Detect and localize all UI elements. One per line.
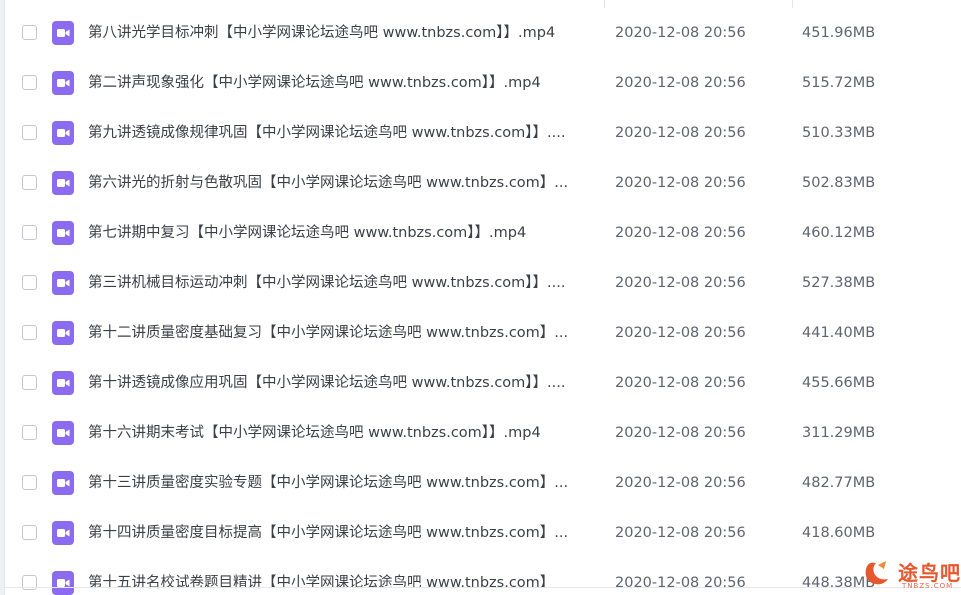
row-checkbox[interactable]: [22, 425, 37, 440]
file-row[interactable]: 第十五讲名校试卷题目精讲【中小学网课论坛途鸟吧 www.tnbzs.com】 20…: [5, 559, 961, 595]
file-size: 455.66MB: [802, 375, 876, 391]
watermark: 途鸟吧 TNBZS.COM: [862, 555, 960, 593]
row-checkbox[interactable]: [22, 475, 37, 490]
file-name[interactable]: 第七讲期中复习【中小学网课论坛途鸟吧 www.tnbzs.com】】.mp4: [88, 224, 593, 242]
file-row[interactable]: 第十二讲质量密度基础复习【中小学网课论坛途鸟吧 www.tnbzs.com】..…: [5, 309, 961, 359]
file-name[interactable]: 第六讲光的折射与色散巩固【中小学网课论坛途鸟吧 www.tnbzs.com】..…: [88, 174, 593, 192]
file-name[interactable]: 第十五讲名校试卷题目精讲【中小学网课论坛途鸟吧 www.tnbzs.com】: [88, 574, 593, 592]
file-size: 460.12MB: [802, 225, 876, 241]
file-row[interactable]: 第十三讲质量密度实验专题【中小学网课论坛途鸟吧 www.tnbzs.com】..…: [5, 459, 961, 509]
file-modified-date: 2020-12-08 20:56: [615, 125, 746, 141]
video-camera-icon: [57, 479, 70, 487]
tnbzs-logo-icon: [865, 561, 888, 585]
file-modified-date: 2020-12-08 20:56: [615, 375, 746, 391]
video-file-icon: [52, 521, 74, 545]
file-list: 第八讲光学目标冲刺【中小学网课论坛途鸟吧 www.tnbzs.com】】.mp4…: [5, 9, 961, 595]
video-file-icon: [52, 571, 74, 595]
video-camera-icon: [57, 329, 70, 337]
list-bottom-border: [5, 587, 961, 588]
video-camera-icon: [57, 279, 70, 287]
file-name[interactable]: 第十四讲质量密度目标提高【中小学网课论坛途鸟吧 www.tnbzs.com】..…: [88, 524, 593, 542]
file-name[interactable]: 第二讲声现象强化【中小学网课论坛途鸟吧 www.tnbzs.com】】.mp4: [88, 74, 593, 92]
file-size: 502.83MB: [802, 175, 876, 191]
file-size: 527.38MB: [802, 275, 876, 291]
row-checkbox[interactable]: [22, 175, 37, 190]
file-modified-date: 2020-12-08 20:56: [615, 475, 746, 491]
video-file-icon: [52, 221, 74, 245]
file-row[interactable]: 第十四讲质量密度目标提高【中小学网课论坛途鸟吧 www.tnbzs.com】..…: [5, 509, 961, 559]
file-row[interactable]: 第三讲机械目标运动冲刺【中小学网课论坛途鸟吧 www.tnbzs.com】】..…: [5, 259, 961, 309]
file-modified-date: 2020-12-08 20:56: [615, 175, 746, 191]
file-size: 515.72MB: [802, 75, 876, 91]
file-size: 451.96MB: [802, 25, 876, 41]
file-row[interactable]: 第二讲声现象强化【中小学网课论坛途鸟吧 www.tnbzs.com】】.mp4 2…: [5, 59, 961, 109]
file-size: 441.40MB: [802, 325, 876, 341]
file-modified-date: 2020-12-08 20:56: [615, 325, 746, 341]
video-file-icon: [52, 471, 74, 495]
file-modified-date: 2020-12-08 20:56: [615, 575, 746, 591]
file-modified-date: 2020-12-08 20:56: [615, 275, 746, 291]
row-checkbox[interactable]: [22, 325, 37, 340]
file-row[interactable]: 第六讲光的折射与色散巩固【中小学网课论坛途鸟吧 www.tnbzs.com】..…: [5, 159, 961, 209]
file-size: 510.33MB: [802, 125, 876, 141]
file-modified-date: 2020-12-08 20:56: [615, 75, 746, 91]
video-camera-icon: [57, 229, 70, 237]
file-size: 311.29MB: [802, 425, 876, 441]
file-row[interactable]: 第十六讲期末考试【中小学网课论坛途鸟吧 www.tnbzs.com】】.mp4 2…: [5, 409, 961, 459]
file-name[interactable]: 第八讲光学目标冲刺【中小学网课论坛途鸟吧 www.tnbzs.com】】.mp4: [88, 24, 593, 42]
row-checkbox[interactable]: [22, 225, 37, 240]
video-camera-icon: [57, 79, 70, 87]
file-name[interactable]: 第十二讲质量密度基础复习【中小学网课论坛途鸟吧 www.tnbzs.com】..…: [88, 324, 593, 342]
video-file-icon: [52, 371, 74, 395]
video-file-icon: [52, 321, 74, 345]
video-file-icon: [52, 421, 74, 445]
video-file-icon: [52, 121, 74, 145]
file-modified-date: 2020-12-08 20:56: [615, 425, 746, 441]
row-checkbox[interactable]: [22, 375, 37, 390]
video-file-icon: [52, 21, 74, 45]
column-divider-name-date[interactable]: [604, 0, 605, 8]
video-camera-icon: [57, 129, 70, 137]
file-size: 418.60MB: [802, 525, 876, 541]
video-camera-icon: [57, 529, 70, 537]
file-name[interactable]: 第三讲机械目标运动冲刺【中小学网课论坛途鸟吧 www.tnbzs.com】】..…: [88, 274, 593, 292]
file-modified-date: 2020-12-08 20:56: [615, 525, 746, 541]
file-row[interactable]: 第十讲透镜成像应用巩固【中小学网课论坛途鸟吧 www.tnbzs.com】】..…: [5, 359, 961, 409]
file-row[interactable]: 第七讲期中复习【中小学网课论坛途鸟吧 www.tnbzs.com】】.mp4 20…: [5, 209, 961, 259]
video-camera-icon: [57, 29, 70, 37]
row-checkbox[interactable]: [22, 75, 37, 90]
row-checkbox[interactable]: [22, 125, 37, 140]
file-size: 482.77MB: [802, 475, 876, 491]
row-checkbox[interactable]: [22, 25, 37, 40]
video-file-icon: [52, 171, 74, 195]
file-modified-date: 2020-12-08 20:56: [615, 225, 746, 241]
video-file-icon: [52, 71, 74, 95]
watermark-subtext: TNBZS.COM: [902, 582, 954, 590]
video-camera-icon: [57, 179, 70, 187]
row-checkbox[interactable]: [22, 275, 37, 290]
file-row[interactable]: 第九讲透镜成像规律巩固【中小学网课论坛途鸟吧 www.tnbzs.com】】..…: [5, 109, 961, 159]
file-name[interactable]: 第十讲透镜成像应用巩固【中小学网课论坛途鸟吧 www.tnbzs.com】】..…: [88, 374, 593, 392]
row-checkbox[interactable]: [22, 525, 37, 540]
file-name[interactable]: 第十三讲质量密度实验专题【中小学网课论坛途鸟吧 www.tnbzs.com】..…: [88, 474, 593, 492]
file-row[interactable]: 第八讲光学目标冲刺【中小学网课论坛途鸟吧 www.tnbzs.com】】.mp4…: [5, 9, 961, 59]
video-file-icon: [52, 271, 74, 295]
file-browser: 第八讲光学目标冲刺【中小学网课论坛途鸟吧 www.tnbzs.com】】.mp4…: [0, 0, 961, 595]
file-name[interactable]: 第九讲透镜成像规律巩固【中小学网课论坛途鸟吧 www.tnbzs.com】】..…: [88, 124, 593, 142]
file-modified-date: 2020-12-08 20:56: [615, 25, 746, 41]
video-camera-icon: [57, 379, 70, 387]
video-camera-icon: [57, 429, 70, 437]
file-name[interactable]: 第十六讲期末考试【中小学网课论坛途鸟吧 www.tnbzs.com】】.mp4: [88, 424, 593, 442]
column-divider-date-size[interactable]: [792, 0, 793, 8]
